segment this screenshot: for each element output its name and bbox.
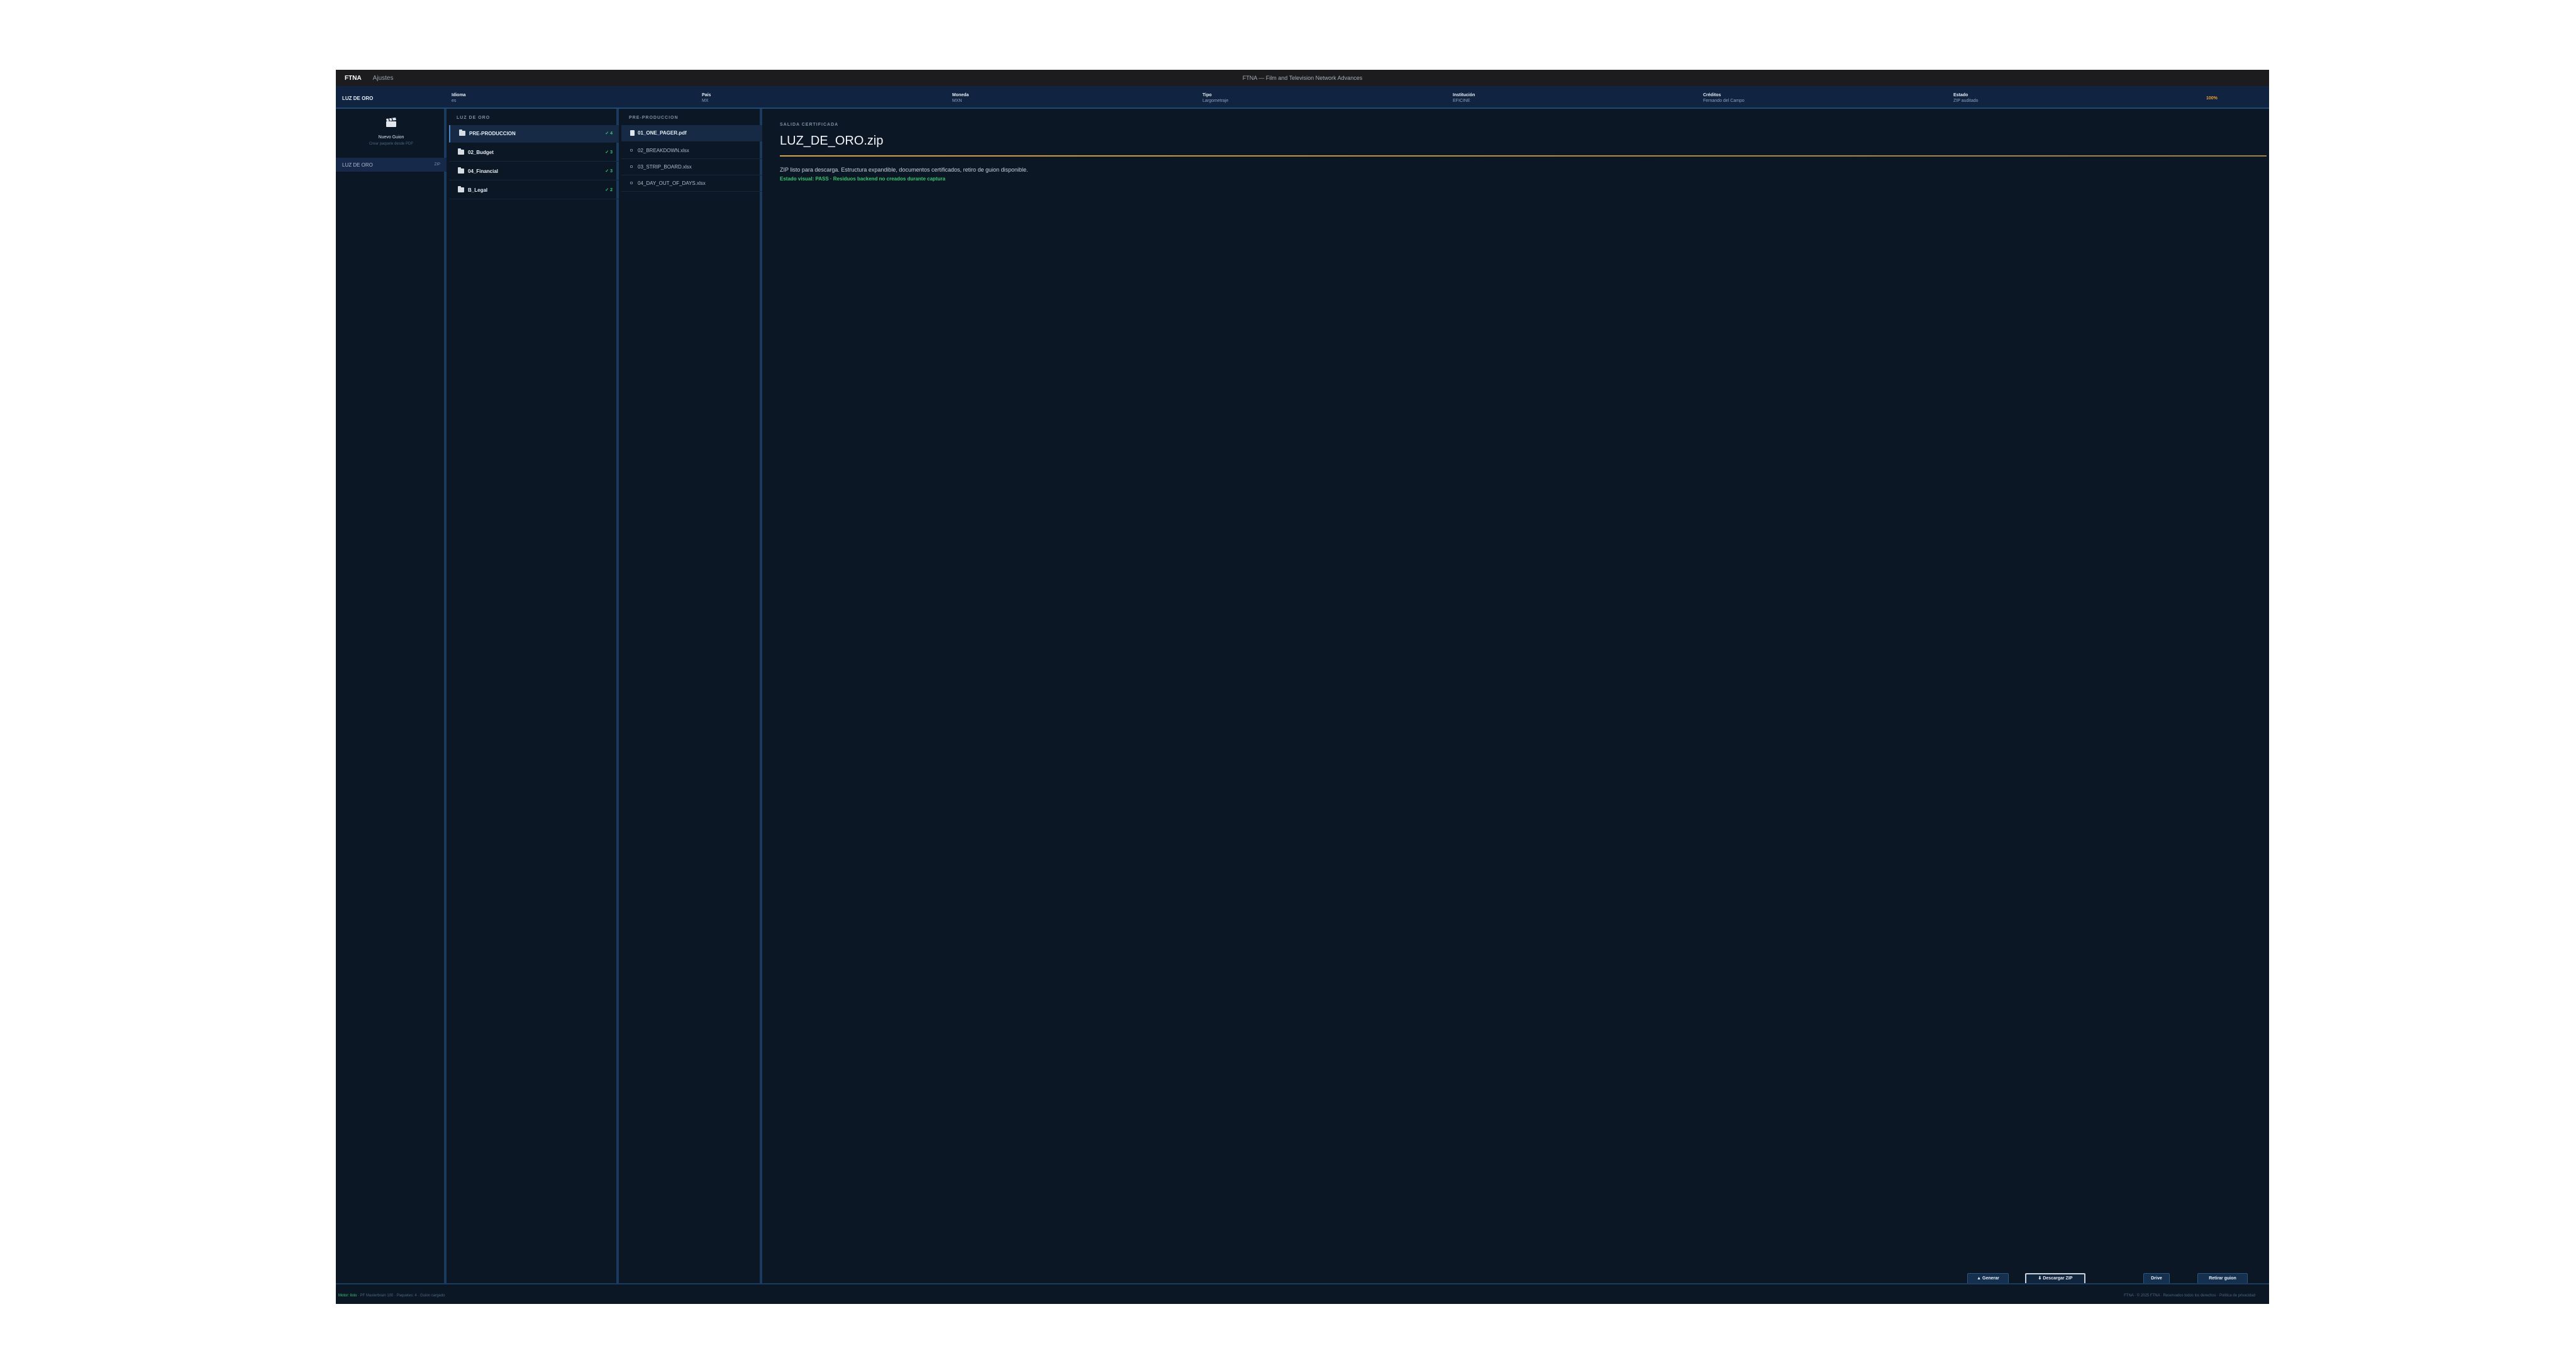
file-item-day-out-of-days[interactable]: 04_DAY_OUT_OF_DAYS.xlsx: [621, 175, 762, 192]
folder-name: 04_Financial: [468, 168, 499, 174]
info-field-estado: Estado ZIP auditado: [1953, 92, 1979, 104]
info-label: Idioma: [452, 93, 466, 97]
title-bar: FTNA Ajustes FTNA — Film and Television …: [336, 70, 2269, 86]
sidebar-item-label: LUZ DE ORO: [342, 162, 373, 168]
footer-stats: · PF Masterbrain 100 · Paquetes: 4 · Gui…: [358, 1294, 445, 1298]
output-description: ZIP listo para descarga. Estructura expa…: [780, 167, 1028, 173]
footer-engine-status: Motor: listo: [338, 1294, 357, 1298]
file-name: 04_DAY_OUT_OF_DAYS.xlsx: [638, 180, 706, 186]
file-name: 02_BREAKDOWN.xlsx: [638, 148, 689, 153]
file-icon: [630, 149, 633, 152]
info-label: Institución: [1453, 93, 1475, 97]
new-script-subtitle: Crear paquete desde PDF: [369, 142, 414, 146]
folder-item-budget[interactable]: 02_Budget ✓ 3: [449, 144, 619, 162]
folder-check-count: ✓ 3: [605, 169, 613, 174]
info-value: Largometraje: [1202, 99, 1229, 103]
folder-name: 02_Budget: [468, 150, 494, 155]
folder-name: B_Legal: [468, 187, 488, 193]
info-value: Fernando del Campo: [1703, 99, 1745, 103]
info-field-pais: País MX: [702, 92, 711, 104]
document-icon: [630, 130, 635, 136]
status-footer: Motor: listo · PF Masterbrain 100 · Paqu…: [336, 1283, 2269, 1304]
info-field-moneda: Moneda MXN: [952, 92, 969, 104]
info-label: País: [702, 93, 711, 97]
sidebar-item-badge: ZIP: [434, 163, 440, 167]
info-value: MX: [702, 99, 709, 103]
folder-check-count: ✓ 2: [605, 188, 613, 192]
status-message: Estado visual: PASS · Residuos backend n…: [780, 176, 946, 182]
info-field-institucion: Institución EFICINE: [1453, 92, 1475, 104]
info-field-tipo: Tipo Largometraje: [1202, 92, 1228, 104]
new-script-button[interactable]: Nuevo Guion: [336, 135, 447, 140]
output-panel: SALIDA CERTIFICADA LUZ_DE_ORO.zip ZIP li…: [765, 109, 2269, 1283]
folder-icon: [458, 186, 464, 192]
folder-column: LUZ DE ORO PRE-PRODUCCION ✓ 4 02_Budget …: [449, 109, 619, 1283]
progress-value: 100%: [2206, 96, 2218, 101]
file-name: 03_STRIP_BOARD.xlsx: [638, 164, 692, 170]
project-sidebar: Nuevo Guion Crear paquete desde PDF LUZ …: [336, 109, 447, 1283]
footer-left: Motor: listo · PF Masterbrain 100 · Paqu…: [338, 1294, 445, 1298]
info-value: EFICINE: [1453, 99, 1470, 103]
info-value: ZIP auditado: [1953, 99, 1979, 103]
footer-right: FTNA · © 2025 FTNA · Reservados todos lo…: [2124, 1294, 2255, 1298]
folder-name: PRE-PRODUCCION: [469, 131, 516, 136]
file-item-one-pager[interactable]: 01_ONE_PAGER.pdf: [621, 125, 762, 141]
info-field-idioma: Idioma es: [452, 92, 466, 104]
info-label: Moneda: [952, 93, 969, 97]
title-divider: [780, 155, 2267, 157]
folder-check-count: ✓ 4: [605, 131, 613, 136]
file-item-breakdown[interactable]: 02_BREAKDOWN.xlsx: [621, 143, 762, 159]
folder-icon: [459, 130, 465, 136]
info-label: Tipo: [1202, 93, 1212, 97]
info-value: MXN: [952, 99, 962, 103]
app-window: FTNA Ajustes FTNA — Film and Television …: [336, 70, 2269, 1304]
file-item-strip-board[interactable]: 03_STRIP_BOARD.xlsx: [621, 159, 762, 175]
info-label: Créditos: [1703, 93, 1721, 97]
folder-icon: [458, 167, 464, 174]
project-info-bar: LUZ DE ORO Idioma es País MX Moneda MXN …: [336, 86, 2269, 109]
info-project-name: LUZ DE ORO: [342, 96, 374, 101]
info-label: Estado: [1953, 93, 1968, 97]
file-icon: [630, 182, 633, 184]
sidebar-item-luz-de-oro[interactable]: LUZ DE ORO ZIP: [336, 158, 447, 172]
info-value: es: [452, 99, 457, 103]
output-title: LUZ_DE_ORO.zip: [780, 134, 884, 148]
folder-icon: [458, 148, 464, 155]
file-icon: [630, 165, 633, 168]
folder-column-heading: LUZ DE ORO: [457, 116, 491, 120]
folder-item-pre-produccion[interactable]: PRE-PRODUCCION ✓ 4: [449, 125, 619, 143]
clapperboard-icon[interactable]: [385, 118, 397, 128]
section-label: SALIDA CERTIFICADA: [780, 123, 839, 127]
folder-check-count: ✓ 3: [605, 150, 613, 155]
file-column-heading: PRE-PRODUCCION: [629, 116, 679, 120]
folder-item-legal[interactable]: B_Legal ✓ 2: [449, 182, 619, 199]
info-field-creditos: Créditos Fernando del Campo: [1703, 92, 1745, 104]
folder-item-financial[interactable]: 04_Financial ✓ 3: [449, 163, 619, 180]
window-title: FTNA — Film and Television Network Advan…: [1242, 75, 1363, 81]
file-column: PRE-PRODUCCION 01_ONE_PAGER.pdf 02_BREAK…: [621, 109, 762, 1283]
file-name: 01_ONE_PAGER.pdf: [638, 130, 687, 136]
